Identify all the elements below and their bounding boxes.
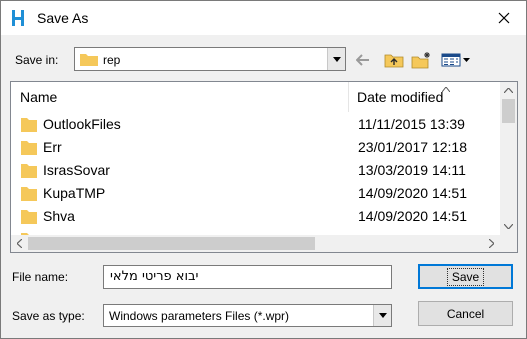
sort-ascending-icon: [441, 84, 451, 94]
save-as-type-label: Save as type:: [12, 309, 85, 323]
new-folder-button[interactable]: [410, 49, 434, 71]
file-name: Shva: [43, 208, 75, 224]
view-menu-icon: [441, 53, 470, 67]
save-as-dialog: Save As Save in: rep Name Date modified …: [0, 0, 527, 339]
vertical-scrollbar[interactable]: [500, 82, 517, 235]
save-as-type-value: Windows parameters Files (*.wpr): [109, 309, 290, 323]
file-date: 13/03/2019 14:11: [358, 162, 466, 178]
back-arrow-icon: [356, 54, 369, 66]
folder-icon: [80, 52, 98, 69]
back-button[interactable]: [353, 49, 373, 71]
folder-icon: [21, 185, 37, 204]
scrollbar-corner: [500, 235, 517, 252]
app-logo-icon: [11, 9, 25, 27]
window-title: Save As: [37, 10, 89, 26]
file-name: IsrasSovar: [43, 162, 110, 178]
list-item[interactable]: Err 23/01/2017 12:18: [11, 136, 500, 159]
column-header-date[interactable]: Date modified: [350, 82, 500, 112]
cancel-button-label: Cancel: [446, 306, 485, 321]
horizontal-scroll-thumb[interactable]: [28, 237, 315, 250]
vertical-scroll-thumb[interactable]: [502, 99, 515, 123]
list-item[interactable]: Shva 14/09/2020 14:51: [11, 205, 500, 228]
list-item[interactable]: KupaTMP 14/09/2020 14:51: [11, 182, 500, 205]
file-name: OutlookFiles: [43, 116, 121, 132]
horizontal-scrollbar[interactable]: [11, 235, 500, 252]
save-in-dropdown[interactable]: rep: [74, 47, 346, 71]
scroll-right-icon[interactable]: [483, 235, 500, 252]
list-item[interactable]: OutlookFiles 11/11/2015 13:39: [11, 113, 500, 136]
view-menu-button[interactable]: [439, 49, 473, 71]
file-date: 14/09/2020 14:51: [358, 208, 467, 224]
column-header-name[interactable]: Name: [11, 82, 349, 112]
chevron-down-icon[interactable]: [373, 305, 391, 326]
save-in-label: Save in:: [15, 53, 59, 67]
save-in-value: rep: [103, 53, 121, 67]
folder-icon: [21, 139, 37, 158]
up-folder-button[interactable]: [382, 49, 406, 71]
close-button[interactable]: [481, 1, 526, 35]
close-icon: [498, 12, 509, 24]
file-name: KupaTMP: [43, 185, 106, 201]
folder-icon: [21, 116, 37, 135]
file-date: 11/11/2015 13:39: [358, 116, 465, 132]
file-date: 23/01/2017 12:18: [358, 139, 467, 155]
file-date: 14/09/2020 14:51: [358, 185, 467, 201]
list-item[interactable]: IsrasSovar 13/03/2019 14:11: [11, 159, 500, 182]
scroll-down-icon[interactable]: [500, 218, 517, 235]
file-list[interactable]: Name Date modified OutlookFiles 11/11/20…: [10, 81, 518, 253]
save-button-label: Save: [446, 267, 485, 286]
folder-icon: [21, 208, 37, 227]
file-name: Err: [43, 139, 62, 155]
save-button[interactable]: Save: [418, 264, 513, 289]
up-folder-icon: [384, 54, 404, 68]
chevron-down-icon[interactable]: [327, 48, 345, 70]
scroll-left-icon[interactable]: [11, 235, 28, 252]
title-bar: Save As: [1, 1, 526, 35]
save-as-type-dropdown[interactable]: Windows parameters Files (*.wpr): [103, 304, 392, 327]
scroll-up-icon[interactable]: [500, 82, 517, 99]
folder-icon: [21, 162, 37, 181]
file-name-label: File name:: [12, 270, 69, 284]
file-name-input[interactable]: יבוא פריטי מלאי: [103, 265, 392, 289]
cancel-button[interactable]: Cancel: [418, 301, 513, 326]
new-folder-icon: [411, 52, 430, 69]
